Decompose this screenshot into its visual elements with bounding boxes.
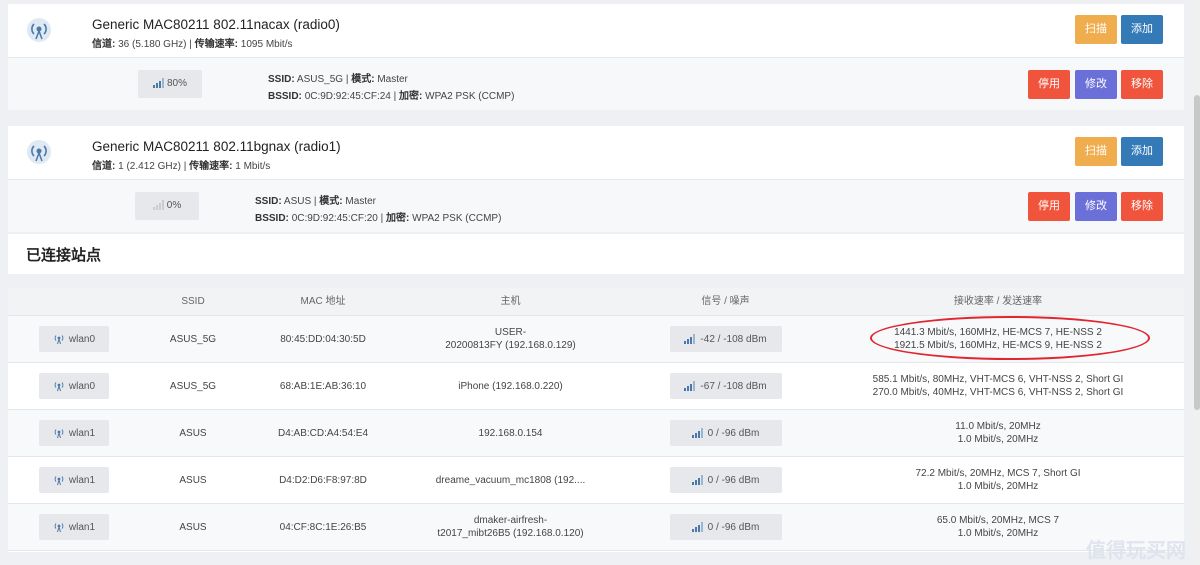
radio0-disable-button[interactable]: 停用 — [1028, 70, 1070, 99]
radio1-bssid-line: BSSID: 0C:9D:92:45:CF:20 | 加密: WPA2 PSK … — [255, 213, 502, 224]
host-cell: dmaker-airfresh-t2017_mibt26B5 (192.168.… — [437, 515, 584, 539]
table-row: wlan1 ASUS D4:D2:D6:F8:97:8D dreame_vacu… — [8, 457, 1184, 504]
radio0-card: Generic MAC80211 802.11nacax (radio0) 信道… — [8, 4, 1184, 110]
table-row: wlan0 ASUS_5G 80:45:DD:04:30:5D USER- 202… — [8, 316, 1184, 363]
signal-cell: 0 / -96 dBm — [648, 457, 803, 503]
ssid-cell: ASUS — [179, 427, 207, 439]
signal-strength-icon — [691, 428, 703, 438]
mac-cell: 04:CF:8C:1E:26:B5 — [279, 521, 367, 533]
header-ssid: SSID — [181, 296, 205, 307]
stations-title: 已连接站点 — [26, 247, 102, 264]
scrollbar-thumb[interactable] — [1194, 95, 1200, 410]
wireless-icon — [54, 476, 64, 486]
iface-cell: wlan0 — [22, 316, 126, 362]
header-mac: MAC 地址 — [300, 296, 346, 307]
host-cell: dreame_vacuum_mc1808 (192.... — [435, 474, 586, 486]
ssid-cell: ASUS — [179, 521, 207, 533]
rate-cell: 11.0 Mbit/s, 20MHz 1.0 Mbit/s, 20MHz — [955, 421, 1041, 445]
radio0-header: Generic MAC80211 802.11nacax (radio0) 信道… — [8, 4, 1184, 57]
signal-cell: 0 / -96 dBm — [648, 410, 803, 456]
radio1-title: Generic MAC80211 802.11bgnax (radio1) — [92, 139, 341, 154]
iface-badge[interactable]: wlan1 — [39, 420, 109, 446]
radio1-edit-button[interactable]: 修改 — [1075, 192, 1117, 221]
iface-badge[interactable]: wlan0 — [39, 373, 109, 399]
radio1-scan-button[interactable]: 扫描 — [1075, 137, 1117, 166]
radio1-ssid-line: SSID: ASUS | 模式: Master — [255, 196, 376, 207]
iface-badge[interactable]: wlan1 — [39, 467, 109, 493]
wireless-icon — [54, 335, 64, 345]
signal-badge: 0 / -96 dBm — [669, 514, 782, 540]
signal-strength-icon — [684, 334, 696, 344]
wireless-antenna-icon — [27, 18, 51, 42]
host-cell: USER- 20200813FY (192.168.0.129) — [445, 327, 576, 351]
radio1-remove-button[interactable]: 移除 — [1121, 192, 1163, 221]
mac-cell: D4:AB:CD:A4:54:E4 — [277, 427, 369, 439]
wireless-antenna-icon — [27, 140, 51, 164]
radio1-add-button[interactable]: 添加 — [1121, 137, 1163, 166]
radio1-network-row: 0% SSID: ASUS | 模式: Master BSSID: 0C:9D:… — [8, 179, 1184, 232]
iface-badge[interactable]: wlan0 — [39, 326, 109, 352]
radio1-signal-badge: 0% — [135, 192, 199, 220]
radio1-disable-button[interactable]: 停用 — [1028, 192, 1070, 221]
radio0-bssid-line: BSSID: 0C:9D:92:45:CF:24 | 加密: WPA2 PSK … — [268, 91, 515, 102]
wireless-icon — [54, 523, 64, 533]
ssid-cell: ASUS_5G — [169, 380, 217, 392]
signal-cell: -67 / -108 dBm — [648, 363, 803, 409]
signal-badge: 0 / -96 dBm — [669, 467, 782, 493]
wireless-icon — [54, 382, 64, 392]
signal-strength-icon — [152, 78, 164, 89]
table-row: wlan0 ASUS_5G 68:AB:1E:AB:36:10 iPhone (… — [8, 363, 1184, 410]
header-host: 主机 — [500, 296, 521, 307]
radio0-info: 信道: 36 (5.180 GHz) | 传输速率: 1095 Mbit/s — [92, 39, 293, 50]
table-row: wlan1 ASUS 04:CF:8C:1E:26:B5 dmaker-airf… — [8, 504, 1184, 551]
iface-cell: wlan1 — [22, 410, 126, 456]
rate-cell: 72.2 Mbit/s, 20MHz, MCS 7, Short GI 1.0 M… — [915, 468, 1081, 492]
iface-cell: wlan1 — [22, 504, 126, 550]
watermark: 值得玩买网 — [1086, 540, 1186, 562]
iface-badge[interactable]: wlan1 — [39, 514, 109, 540]
signal-strength-icon — [691, 522, 703, 532]
radio0-edit-button[interactable]: 修改 — [1075, 70, 1117, 99]
header-rx-tx-rate: 接收速率 / 发送速率 — [953, 296, 1043, 307]
table-header: SSID MAC 地址 主机 信号 / 噪声 接收速率 / 发送速率 — [8, 288, 1184, 316]
radio0-remove-button[interactable]: 移除 — [1121, 70, 1163, 99]
radio0-network-row: 80% SSID: ASUS_5G | 模式: Master BSSID: 0C… — [8, 57, 1184, 110]
stations-section-header: 已连接站点 — [8, 234, 1184, 274]
signal-cell: 0 / -96 dBm — [648, 504, 803, 550]
radio0-add-button[interactable]: 添加 — [1121, 15, 1163, 44]
radio0-title: Generic MAC80211 802.11nacax (radio0) — [92, 17, 340, 32]
scrollbar[interactable] — [1194, 0, 1200, 565]
signal-strength-icon — [691, 475, 703, 485]
signal-strength-icon — [152, 200, 164, 211]
radio1-header: Generic MAC80211 802.11bgnax (radio1) 信道… — [8, 126, 1184, 179]
rate-cell: 585.1 Mbit/s, 80MHz, VHT-MCS 6, VHT-NSS … — [872, 374, 1124, 398]
iface-cell: wlan1 — [22, 457, 126, 503]
signal-badge: -42 / -108 dBm — [669, 326, 782, 352]
rate-cell: 1441.3 Mbit/s, 160MHz, HE-MCS 7, HE-NSS … — [894, 327, 1102, 351]
signal-badge: 0 / -96 dBm — [669, 420, 782, 446]
stations-table: SSID MAC 地址 主机 信号 / 噪声 接收速率 / 发送速率 wlan0… — [8, 288, 1184, 552]
header-signal-noise: 信号 / 噪声 — [701, 296, 750, 307]
mac-cell: 80:45:DD:04:30:5D — [280, 333, 366, 345]
radio0-signal-badge: 80% — [138, 70, 202, 98]
table-row: wlan1 ASUS D4:AB:CD:A4:54:E4 192.168.0.1… — [8, 410, 1184, 457]
radio1-info: 信道: 1 (2.412 GHz) | 传输速率: 1 Mbit/s — [92, 161, 271, 172]
host-cell: 192.168.0.154 — [478, 427, 543, 439]
radio1-card: Generic MAC80211 802.11bgnax (radio1) 信道… — [8, 126, 1184, 232]
ssid-cell: ASUS — [179, 474, 207, 486]
signal-strength-icon — [684, 381, 696, 391]
host-cell: iPhone (192.168.0.220) — [458, 380, 563, 392]
mac-cell: D4:D2:D6:F8:97:8D — [279, 474, 367, 486]
signal-cell: -42 / -108 dBm — [648, 316, 803, 362]
signal-badge: -67 / -108 dBm — [669, 373, 782, 399]
wireless-icon — [54, 429, 64, 439]
mac-cell: 68:AB:1E:AB:36:10 — [279, 380, 367, 392]
ssid-cell: ASUS_5G — [169, 333, 217, 345]
radio0-ssid-line: SSID: ASUS_5G | 模式: Master — [268, 74, 408, 85]
iface-cell: wlan0 — [22, 363, 126, 409]
radio0-scan-button[interactable]: 扫描 — [1075, 15, 1117, 44]
